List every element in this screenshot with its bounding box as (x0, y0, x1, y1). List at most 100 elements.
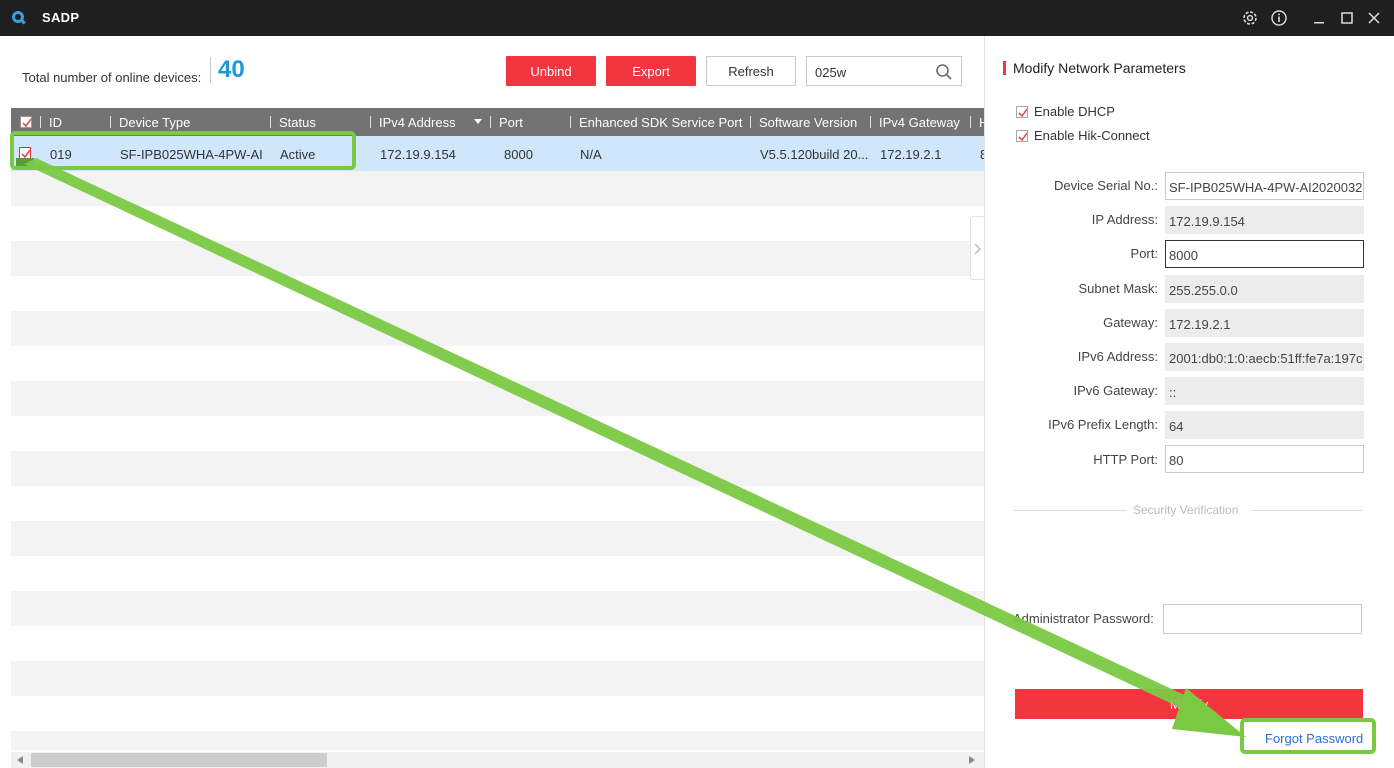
horizontal-scrollbar[interactable] (11, 752, 984, 768)
cell-sdk-port: N/A (580, 147, 602, 162)
column-divider (110, 116, 111, 128)
close-icon[interactable] (1365, 9, 1383, 27)
row-checkbox[interactable] (19, 147, 31, 159)
app-title: SADP (42, 10, 80, 25)
panel-title: Modify Network Parameters (1013, 60, 1186, 76)
ipv6-prefix-field[interactable]: 64 (1165, 411, 1364, 439)
column-divider (270, 116, 271, 128)
info-icon[interactable] (1270, 9, 1288, 27)
subnet-mask-label: Subnet Mask: (1078, 281, 1159, 296)
panel-title-accent (1003, 61, 1006, 75)
column-header-sdk-port[interactable]: Enhanced SDK Service Port (579, 115, 742, 130)
empty-row (11, 311, 984, 346)
refresh-button[interactable]: Refresh (706, 56, 796, 86)
serial-field[interactable]: SF-IPB025WHA-4PW-AI20200327A (1165, 172, 1364, 200)
collapse-panel-toggle[interactable] (970, 216, 985, 280)
http-port-label: HTTP Port: (1093, 452, 1158, 467)
empty-row (11, 451, 984, 486)
ipv6-gateway-label: IPv6 Gateway: (1073, 383, 1158, 398)
scroll-left-icon[interactable] (17, 756, 23, 764)
export-button[interactable]: Export (606, 56, 696, 86)
ipv6-gateway-field[interactable]: :: (1165, 377, 1364, 405)
empty-row (11, 591, 984, 626)
empty-row (11, 626, 984, 661)
column-header-id[interactable]: ID (49, 115, 62, 130)
empty-row (11, 696, 984, 731)
column-divider (490, 116, 491, 128)
column-divider (370, 116, 371, 128)
cell-status: Active (280, 147, 316, 162)
column-divider (970, 116, 971, 128)
admin-password-label: Administrator Password: (1013, 611, 1154, 626)
cell-software-version: V5.5.120build 20... (760, 147, 869, 162)
empty-row (11, 346, 984, 381)
empty-row (11, 521, 984, 556)
cell-device-type: SF-IPB025WHA-4PW-AI (120, 147, 263, 162)
empty-row (11, 381, 984, 416)
select-all-checkbox[interactable] (20, 116, 32, 128)
sadp-logo-icon (12, 11, 26, 25)
empty-row (11, 486, 984, 521)
gateway-field[interactable]: 172.19.2.1 (1165, 309, 1364, 337)
scroll-right-icon[interactable] (969, 756, 975, 764)
search-icon[interactable] (935, 63, 953, 81)
modify-button[interactable]: Modify (1015, 689, 1363, 719)
title-bar: SADP (0, 0, 1394, 36)
ipv6-address-label: IPv6 Address: (1077, 349, 1158, 364)
settings-gear-icon[interactable] (1241, 9, 1259, 27)
enable-dhcp-checkbox[interactable] (1016, 106, 1028, 118)
divider (1251, 510, 1363, 511)
divider (1013, 510, 1127, 511)
column-divider (40, 116, 41, 128)
device-list-pane: Total number of online devices: 40 Unbin… (0, 36, 988, 768)
maximize-icon[interactable] (1338, 9, 1356, 27)
empty-row (11, 556, 984, 591)
cell-gateway: 172.19.2.1 (880, 147, 942, 162)
minimize-icon[interactable] (1310, 9, 1328, 27)
enable-hik-connect-checkbox[interactable] (1016, 130, 1028, 142)
cell-ipv4: 172.19.9.154 (380, 147, 456, 162)
gateway-label: Gateway: (1103, 315, 1158, 330)
unbind-button[interactable]: Unbind (506, 56, 596, 86)
serial-label: Device Serial No.: (1053, 178, 1158, 193)
http-port-field[interactable]: 80 (1165, 445, 1364, 473)
search-input[interactable]: 025w (806, 56, 962, 86)
column-header-status[interactable]: Status (279, 115, 316, 130)
scrollbar-thumb[interactable] (31, 753, 327, 767)
column-header-device-type[interactable]: Device Type (119, 115, 190, 130)
empty-row (11, 731, 984, 750)
cell-port: 8000 (504, 147, 533, 162)
empty-row (11, 416, 984, 451)
column-divider (570, 116, 571, 128)
forgot-password-link[interactable]: Forgot Password (1265, 731, 1363, 746)
port-label: Port: (1130, 246, 1158, 261)
ip-address-label: IP Address: (1091, 212, 1158, 227)
empty-row (11, 206, 984, 241)
device-table-body: 019 SF-IPB025WHA-4PW-AI Active 172.19.9.… (11, 136, 984, 750)
empty-row (11, 171, 984, 206)
subnet-mask-field[interactable]: 255.255.0.0 (1165, 275, 1364, 303)
column-divider (870, 116, 871, 128)
total-devices-label: Total number of online devices: (22, 70, 202, 85)
table-row[interactable]: 019 SF-IPB025WHA-4PW-AI Active 172.19.9.… (11, 136, 984, 171)
chevron-right-icon[interactable] (974, 243, 982, 255)
cell-id: 019 (50, 147, 72, 162)
ipv6-prefix-label: IPv6 Prefix Length: (1048, 417, 1158, 432)
empty-row (11, 276, 984, 311)
total-devices-count: 40 (218, 56, 245, 83)
search-input-value[interactable]: 025w (815, 65, 846, 80)
sort-down-icon[interactable] (474, 119, 482, 125)
admin-password-field[interactable] (1163, 604, 1362, 634)
ip-address-field[interactable]: 172.19.9.154 (1165, 206, 1364, 234)
column-header-ipv4-address[interactable]: IPv4 Address (379, 115, 456, 130)
column-header-port[interactable]: Port (499, 115, 523, 130)
enable-dhcp-label: Enable DHCP (1034, 104, 1115, 119)
enable-hik-connect-label: Enable Hik-Connect (1034, 128, 1150, 143)
table-header: ID Device Type Status IPv4 Address Port … (11, 108, 988, 136)
port-field[interactable]: 8000 (1165, 240, 1364, 268)
total-divider (210, 57, 211, 83)
column-header-software-version[interactable]: Software Version (759, 115, 857, 130)
ipv6-address-field[interactable]: 2001:db0:1:0:aecb:51ff:fe7a:197c (1165, 343, 1364, 371)
empty-row (11, 241, 984, 276)
column-header-ipv4-gateway[interactable]: IPv4 Gateway (879, 115, 960, 130)
